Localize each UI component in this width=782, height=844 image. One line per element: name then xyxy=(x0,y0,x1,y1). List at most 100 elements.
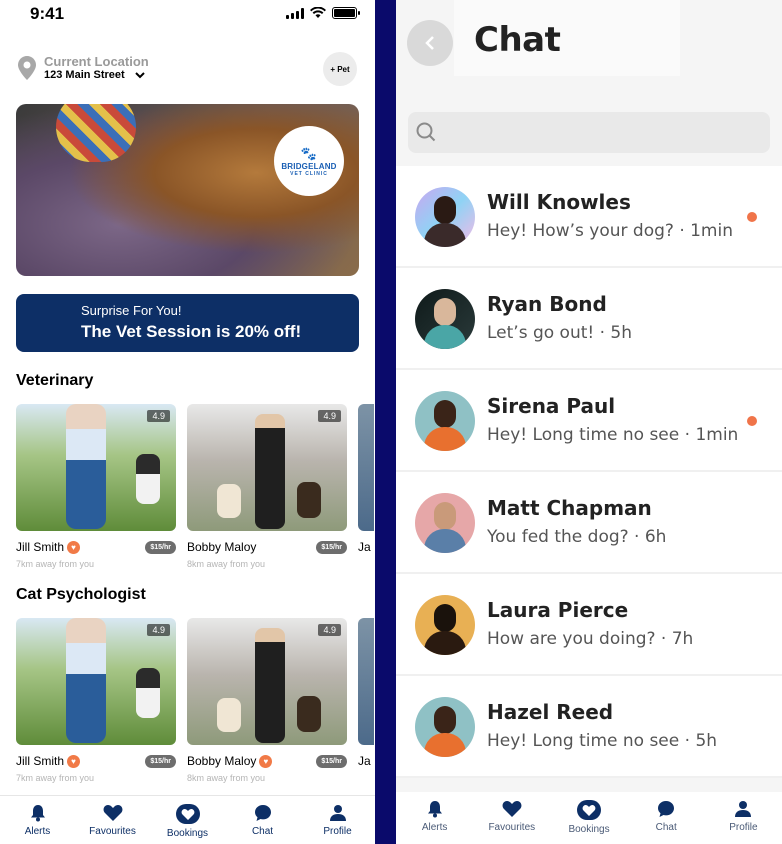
tab-profile[interactable]: Profile xyxy=(705,792,782,844)
tab-label: Favourites xyxy=(89,826,136,837)
promo-banner[interactable]: Surprise For You! The Vet Session is 20%… xyxy=(16,294,359,352)
hero-banner[interactable]: 🐾 BRIDGELAND VET CLINIC xyxy=(16,104,359,276)
provider-photo: 4.9 xyxy=(187,404,347,531)
rating-badge: 4.9 xyxy=(318,410,341,422)
tab-favourites[interactable]: Favourites xyxy=(473,792,550,844)
bookings-heart-icon xyxy=(175,804,200,824)
cat-psychologist-list: 4.9 Jill Smith ♥ $15/hr 7km away from yo… xyxy=(16,618,374,788)
search-bar[interactable] xyxy=(408,112,770,153)
promo-subtitle: Surprise For You! xyxy=(81,303,182,318)
price-badge: $15/hr xyxy=(145,755,176,768)
rating-badge: 4.9 xyxy=(318,624,341,636)
price-badge: $15/hr xyxy=(316,755,347,768)
section-title-veterinary: Veterinary xyxy=(16,372,94,389)
unread-indicator xyxy=(747,212,757,222)
rating-badge: 4.9 xyxy=(147,410,170,422)
search-input[interactable] xyxy=(444,120,754,144)
chat-screen: Chat Will Knowles Hey! How’s your dog? ·… xyxy=(396,0,782,844)
heart-icon: ♥ xyxy=(67,754,81,768)
signal-icon xyxy=(286,7,304,19)
clinic-logo: 🐾 BRIDGELAND VET CLINIC xyxy=(274,126,344,196)
avatar xyxy=(415,391,475,451)
provider-photo: 4.9 xyxy=(187,618,347,745)
tab-alerts[interactable]: Alerts xyxy=(0,796,75,844)
avatar xyxy=(415,493,475,553)
provider-card[interactable]: 4.9 Jill Smith ♥ $15/hr 7km away from yo… xyxy=(16,618,176,788)
provider-distance: 8km away from you xyxy=(187,773,266,783)
provider-card[interactable]: 4.9 Bobby Maloy ♥ $15/hr 8km away from y… xyxy=(187,618,347,788)
tab-label: Profile xyxy=(729,822,758,833)
provider-photo: 4.9 xyxy=(16,404,176,531)
tab-label: Bookings xyxy=(568,824,610,835)
tab-chat[interactable]: Chat xyxy=(225,796,300,844)
location-selector[interactable]: Current Location 123 Main Street xyxy=(18,54,149,81)
bottom-tab-bar: Alerts Favourites Bookings Chat Profile xyxy=(0,795,375,844)
hero-image xyxy=(56,104,136,162)
veterinary-list: 4.9 Jill Smith ♥ $15/hr 7km away from yo… xyxy=(16,404,374,574)
tab-chat[interactable]: Chat xyxy=(628,792,705,844)
message-preview: You fed the dog? · 6h xyxy=(487,527,667,547)
conversation-item[interactable]: Will Knowles Hey! How’s your dog? · 1min xyxy=(396,166,782,268)
avatar xyxy=(415,595,475,655)
page-title: Chat xyxy=(474,20,561,60)
conversation-item[interactable]: Hazel Reed Hey! Long time no see · 5h xyxy=(396,676,782,778)
chevron-left-icon xyxy=(425,36,434,50)
heart-icon xyxy=(502,801,522,817)
message-preview: How are you doing? · 7h xyxy=(487,629,694,649)
contact-name: Will Knowles xyxy=(487,190,631,214)
conversation-item[interactable]: Ryan Bond Let’s go out! · 5h xyxy=(396,268,782,370)
conversation-item[interactable]: Laura Pierce How are you doing? · 7h xyxy=(396,574,782,676)
conversation-item[interactable]: Matt Chapman You fed the dog? · 6h xyxy=(396,472,782,574)
status-icons xyxy=(286,7,360,19)
location-pin-icon xyxy=(18,55,36,80)
provider-name: Jill Smith xyxy=(16,754,65,768)
chevron-down-icon xyxy=(134,71,145,78)
provider-distance: 7km away from you xyxy=(16,559,95,569)
provider-card[interactable]: 4.9 Bobby Maloy $15/hr 8km away from you xyxy=(187,404,347,574)
tab-alerts[interactable]: Alerts xyxy=(396,792,473,844)
tab-bookings[interactable]: Bookings xyxy=(550,792,627,844)
provider-name: Ja xyxy=(358,540,371,554)
tab-bookings[interactable]: Bookings xyxy=(150,796,225,844)
tab-label: Alerts xyxy=(421,822,448,833)
battery-icon xyxy=(332,7,360,19)
tab-favourites[interactable]: Favourites xyxy=(75,796,150,844)
location-label: Current Location xyxy=(44,54,149,69)
clinic-logo-line1: BRIDGELAND xyxy=(281,161,337,171)
contact-name: Hazel Reed xyxy=(487,700,614,724)
profile-icon xyxy=(329,805,346,821)
provider-distance: 7km away from you xyxy=(16,773,95,783)
provider-name: Jill Smith xyxy=(16,540,65,554)
paw-icon: 🐾 xyxy=(300,145,318,161)
bell-icon xyxy=(30,805,45,822)
contact-name: Sirena Paul xyxy=(487,394,616,418)
price-badge: $15/hr xyxy=(316,541,347,554)
provider-card[interactable]: 4.9 Jill Smith ♥ $15/hr 7km away from yo… xyxy=(16,404,176,574)
conversation-list: Will Knowles Hey! How’s your dog? · 1min… xyxy=(396,166,782,778)
back-button[interactable] xyxy=(407,20,453,66)
tab-label: Profile xyxy=(323,826,352,837)
promo-title: The Vet Session is 20% off! xyxy=(81,322,302,341)
tab-label: Chat xyxy=(655,822,677,833)
contact-name: Laura Pierce xyxy=(487,598,629,622)
provider-photo: 4.9 xyxy=(16,618,176,745)
provider-card[interactable]: Ja xyxy=(358,618,374,788)
message-preview: Hey! Long time no see · 5h xyxy=(487,731,718,751)
provider-card[interactable]: Ja xyxy=(358,404,374,574)
profile-icon xyxy=(735,801,752,817)
heart-icon xyxy=(103,805,122,821)
bell-icon xyxy=(427,801,442,818)
tab-label: Bookings xyxy=(166,828,209,839)
tab-label: Alerts xyxy=(24,826,51,837)
status-bar: 9:41 xyxy=(0,0,375,28)
add-pet-button[interactable]: + Pet xyxy=(323,52,357,86)
conversation-item[interactable]: Sirena Paul Hey! Long time no see · 1min xyxy=(396,370,782,472)
bookings-heart-icon xyxy=(577,800,601,820)
provider-photo xyxy=(358,618,374,745)
contact-name: Ryan Bond xyxy=(487,292,607,316)
status-time: 9:41 xyxy=(30,4,65,23)
unread-indicator xyxy=(747,416,757,426)
tab-profile[interactable]: Profile xyxy=(300,796,375,844)
message-preview: Hey! How’s your dog? · 1min xyxy=(487,221,733,241)
contact-name: Matt Chapman xyxy=(487,496,652,520)
